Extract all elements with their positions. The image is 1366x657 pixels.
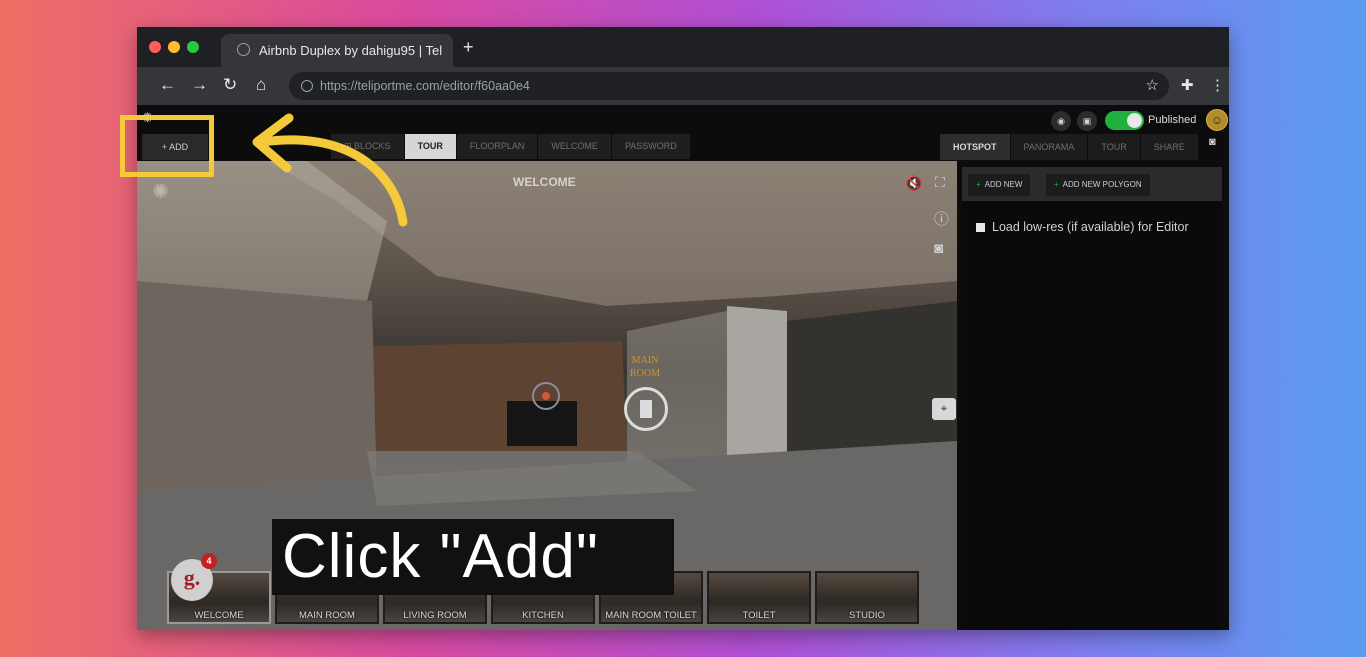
thumbnail-label: STUDIO xyxy=(849,610,885,621)
thumbnail-label: KITCHEN xyxy=(522,610,564,621)
bookmark-star-icon[interactable]: ☆ xyxy=(1146,76,1159,94)
back-icon[interactable]: ← xyxy=(159,75,176,95)
door-icon xyxy=(640,400,652,418)
crosshair-icon xyxy=(532,382,560,410)
door-hotspot[interactable] xyxy=(624,387,668,431)
tab-panorama[interactable]: PANORAMA xyxy=(1010,134,1088,160)
reload-icon[interactable]: ↻ xyxy=(223,75,237,95)
add-new-hotspot-button[interactable]: + ADD NEW xyxy=(968,174,1031,196)
thumbnail-studio[interactable]: STUDIO xyxy=(815,571,919,624)
preview-eye-icon[interactable]: ◉ xyxy=(1051,111,1071,131)
close-window-button[interactable] xyxy=(149,41,161,53)
low-res-label: Load low-res (if available) for Editor xyxy=(992,220,1189,234)
maximize-window-button[interactable] xyxy=(187,41,199,53)
browser-tab-title: Airbnb Duplex by dahigu95 | Tel xyxy=(259,43,443,58)
publish-status-label: Published xyxy=(1148,114,1197,126)
hotspot-panel: + ADD NEW + ADD NEW POLYGON Load low-res (… xyxy=(962,167,1222,630)
tab-password[interactable]: PASSWORD xyxy=(611,134,690,159)
tab-hotspot[interactable]: HOTSPOT xyxy=(940,134,1010,160)
add-new-polygon-label: ADD NEW POLYGON xyxy=(1062,180,1142,189)
browser-tab-strip: Airbnb Duplex by dahigu95 | Tel + xyxy=(137,27,1229,67)
extensions-icon[interactable]: ✚ xyxy=(1181,76,1194,94)
plus-icon: + xyxy=(976,180,981,189)
minimize-window-button[interactable] xyxy=(168,41,180,53)
hotspot-actions-bar: + ADD NEW + ADD NEW POLYGON xyxy=(962,167,1222,201)
add-new-label: ADD NEW xyxy=(984,180,1023,189)
globe-icon xyxy=(237,43,250,56)
tab-welcome[interactable]: WELCOME xyxy=(538,134,611,159)
thumbnail-label: WELCOME xyxy=(194,610,244,621)
add-new-polygon-button[interactable]: + ADD NEW POLYGON xyxy=(1046,174,1150,196)
map-pin-icon[interactable]: ⌖ xyxy=(932,398,956,420)
tab-tour-right[interactable]: TOUR xyxy=(1088,134,1140,160)
toggle-knob xyxy=(1127,113,1142,128)
notification-count-badge: 4 xyxy=(201,553,217,569)
thumbnail-label: MAIN ROOM xyxy=(299,610,355,621)
save-icon[interactable]: ▣ xyxy=(1077,111,1097,131)
g-badge[interactable]: g. 4 xyxy=(171,553,217,601)
mute-icon[interactable]: 🔇 xyxy=(905,175,922,192)
thumbnail-label: LIVING ROOM xyxy=(403,610,467,621)
publish-toggle[interactable] xyxy=(1105,111,1144,130)
hotspot-label: MAIN ROOM xyxy=(630,354,660,380)
hotspot-label-line2: ROOM xyxy=(630,368,661,379)
low-res-checkbox[interactable] xyxy=(976,223,985,232)
snapshot-icon[interactable]: ◙ xyxy=(934,240,943,257)
info-icon[interactable]: ⓘ xyxy=(934,208,949,229)
thumbnail-label: TOILET xyxy=(742,610,776,621)
scene-title: WELCOME xyxy=(513,175,576,189)
browser-menu-icon[interactable]: ⋮ xyxy=(1210,76,1225,94)
highlight-box xyxy=(120,115,214,177)
hotspot-label-line1: MAIN xyxy=(631,355,659,366)
camera-icon[interactable]: ◙ xyxy=(1209,136,1216,148)
thumbnail-toilet[interactable]: TOILET xyxy=(707,571,811,624)
site-info-icon[interactable] xyxy=(301,80,313,92)
crosshair-center xyxy=(542,392,550,400)
url-text: https://teliportme.com/editor/f60aa0e4 xyxy=(320,79,530,93)
browser-tab[interactable]: Airbnb Duplex by dahigu95 | Tel xyxy=(221,34,453,67)
hotspot-panel-tabs: HOTSPOT PANORAMA TOUR SHARE xyxy=(940,134,1199,160)
fullscreen-icon[interactable]: ⛶ xyxy=(935,174,945,191)
home-icon[interactable]: ⌂ xyxy=(256,75,266,95)
tab-floorplan[interactable]: FLOORPLAN xyxy=(456,134,538,159)
address-bar[interactable]: https://teliportme.com/editor/f60aa0e4 ☆ xyxy=(289,72,1169,100)
tab-share[interactable]: SHARE xyxy=(1140,134,1198,160)
avatar[interactable]: ☺ xyxy=(1206,109,1228,131)
thumbnail-label: MAIN ROOM TOILET xyxy=(605,610,697,621)
plus-icon: + xyxy=(1054,180,1059,189)
pointer-arrow-icon xyxy=(252,113,408,227)
viewer-logo-icon: ✺ xyxy=(152,181,169,203)
tutorial-caption: Click "Add" xyxy=(272,519,674,595)
g-badge-letter: g. xyxy=(183,565,201,590)
browser-toolbar: ← → ↻ ⌂ https://teliportme.com/editor/f6… xyxy=(137,67,1229,105)
new-tab-button[interactable]: + xyxy=(463,37,474,58)
forward-icon[interactable]: → xyxy=(191,75,208,95)
